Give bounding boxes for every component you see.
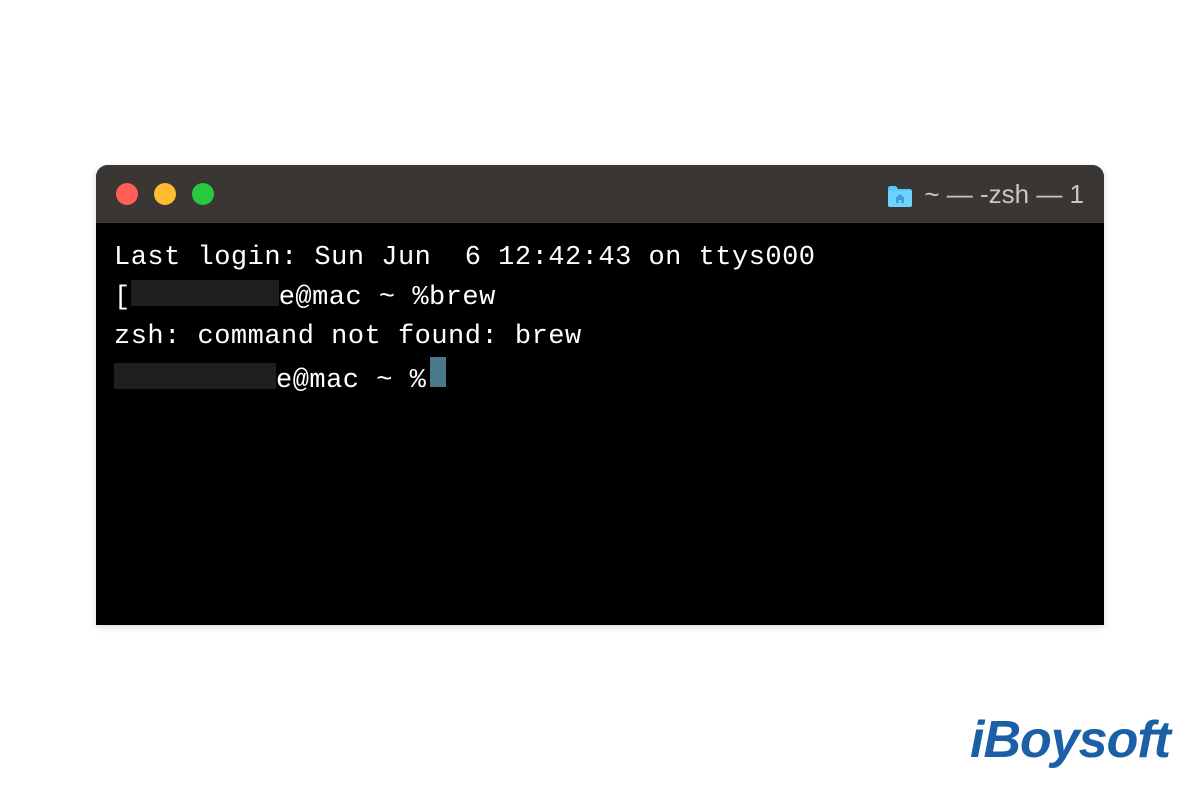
- redacted-username: [114, 363, 276, 389]
- terminal-line-command-1: [ e@mac ~ % brew: [114, 278, 1086, 318]
- window-title: ~ — -zsh — 1: [886, 179, 1084, 210]
- prompt-text: e@mac ~ %: [276, 362, 426, 401]
- close-button[interactable]: [116, 183, 138, 205]
- redacted-username: [131, 280, 279, 306]
- terminal-output[interactable]: Last login: Sun Jun 6 12:42:43 on ttys00…: [96, 223, 1104, 418]
- entered-command: brew: [429, 279, 496, 318]
- prompt-text: e@mac ~ %: [279, 279, 429, 318]
- maximize-button[interactable]: [192, 183, 214, 205]
- watermark-text: iBoysoft: [970, 711, 1170, 769]
- terminal-window: ~ — -zsh — 1 Last login: Sun Jun 6 12:42…: [96, 165, 1104, 625]
- terminal-line-error: zsh: command not found: brew: [114, 318, 1086, 357]
- terminal-line-login: Last login: Sun Jun 6 12:42:43 on ttys00…: [114, 239, 1086, 278]
- minimize-button[interactable]: [154, 183, 176, 205]
- terminal-line-prompt-2: e@mac ~ %: [114, 357, 1086, 401]
- terminal-cursor: [430, 357, 446, 387]
- prompt-bracket: [: [114, 279, 131, 318]
- traffic-lights: [116, 183, 214, 205]
- window-title-text: ~ — -zsh — 1: [924, 179, 1084, 210]
- window-title-bar: ~ — -zsh — 1: [96, 165, 1104, 223]
- watermark-logo: iBoysoft: [970, 710, 1170, 770]
- home-folder-icon: [886, 183, 914, 205]
